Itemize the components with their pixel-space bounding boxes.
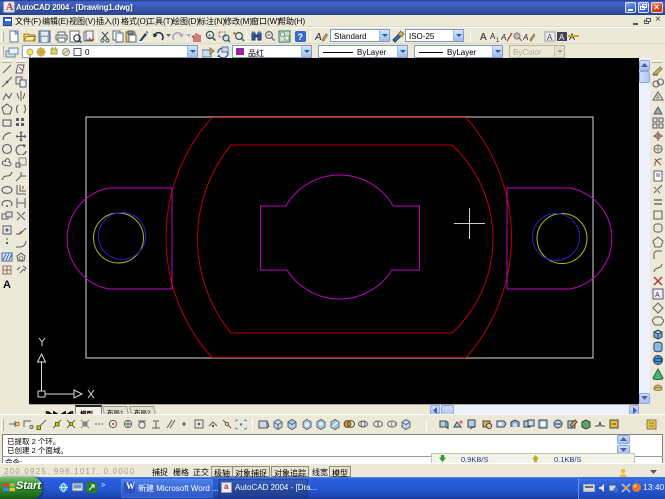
svg-text:A: A: [547, 33, 553, 42]
svg-text:A: A: [315, 32, 322, 43]
svg-text:A: A: [501, 33, 506, 42]
svg-text:?: ?: [298, 32, 304, 42]
svg-text:A: A: [559, 33, 565, 42]
svg-text:A: A: [655, 292, 660, 299]
svg-text:A: A: [523, 33, 528, 42]
svg-text:A: A: [3, 279, 11, 289]
svg-text:A: A: [480, 32, 487, 43]
